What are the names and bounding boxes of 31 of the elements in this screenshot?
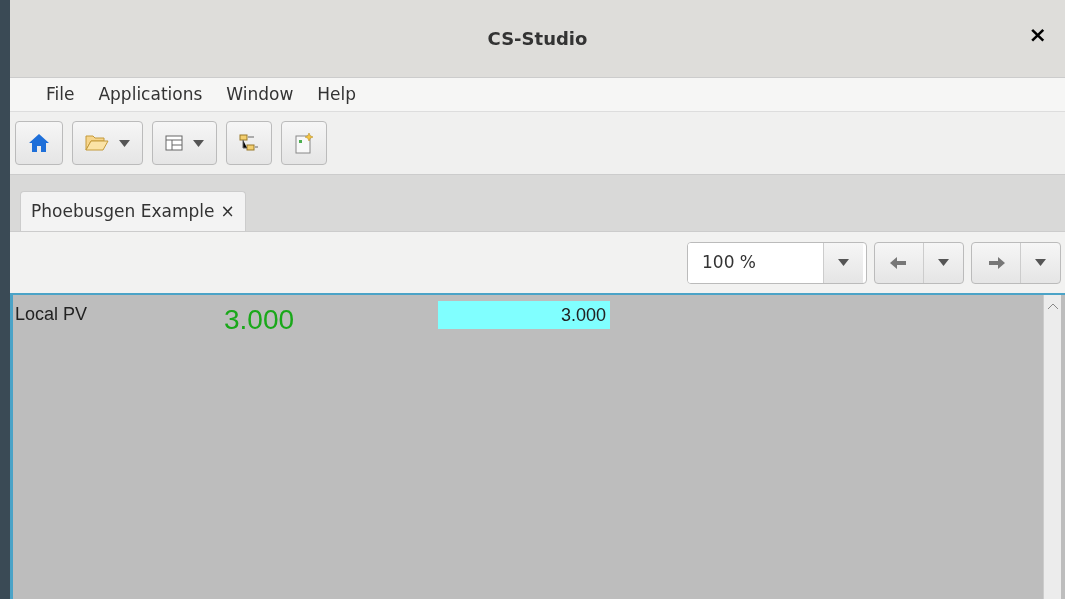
- tree-icon: [239, 134, 259, 152]
- document-tab[interactable]: Phoebusgen Example ×: [20, 191, 246, 231]
- pv-value: 3.000: [224, 303, 295, 337]
- layout-button[interactable]: [152, 121, 217, 165]
- caret-icon: [119, 139, 130, 147]
- tab-label: Phoebusgen Example: [31, 199, 215, 223]
- scrollbar[interactable]: [1043, 295, 1061, 599]
- caret-icon: [193, 139, 204, 147]
- folder-icon: [85, 134, 109, 152]
- close-button[interactable]: ×: [1024, 24, 1051, 46]
- scroll-up-icon[interactable]: [1045, 301, 1060, 311]
- pv-entry-field[interactable]: 3.000: [438, 301, 610, 329]
- tree-button[interactable]: [226, 121, 272, 165]
- caret-icon: [938, 259, 949, 267]
- caret-icon: [1035, 259, 1046, 267]
- menu-item[interactable]: Applications: [86, 81, 215, 108]
- zoom-field[interactable]: 100 %: [687, 241, 867, 284]
- new-document-icon: [294, 132, 314, 154]
- caret-icon: [838, 259, 849, 266]
- zoom-dropdown-button[interactable]: [823, 242, 863, 283]
- menu-item[interactable]: Window: [214, 81, 306, 108]
- back-arrow-icon: [889, 254, 909, 271]
- pv-label: Local PV: [15, 303, 88, 326]
- menu-item[interactable]: Help: [305, 81, 369, 108]
- home-icon: [28, 133, 50, 153]
- layout-icon: [165, 135, 183, 151]
- forward-arrow-icon: [986, 254, 1006, 271]
- window-title: CS-Studio: [487, 27, 588, 51]
- home-button[interactable]: [15, 121, 63, 165]
- tab-close-button[interactable]: ×: [220, 198, 235, 225]
- menu-item[interactable]: File: [34, 81, 87, 108]
